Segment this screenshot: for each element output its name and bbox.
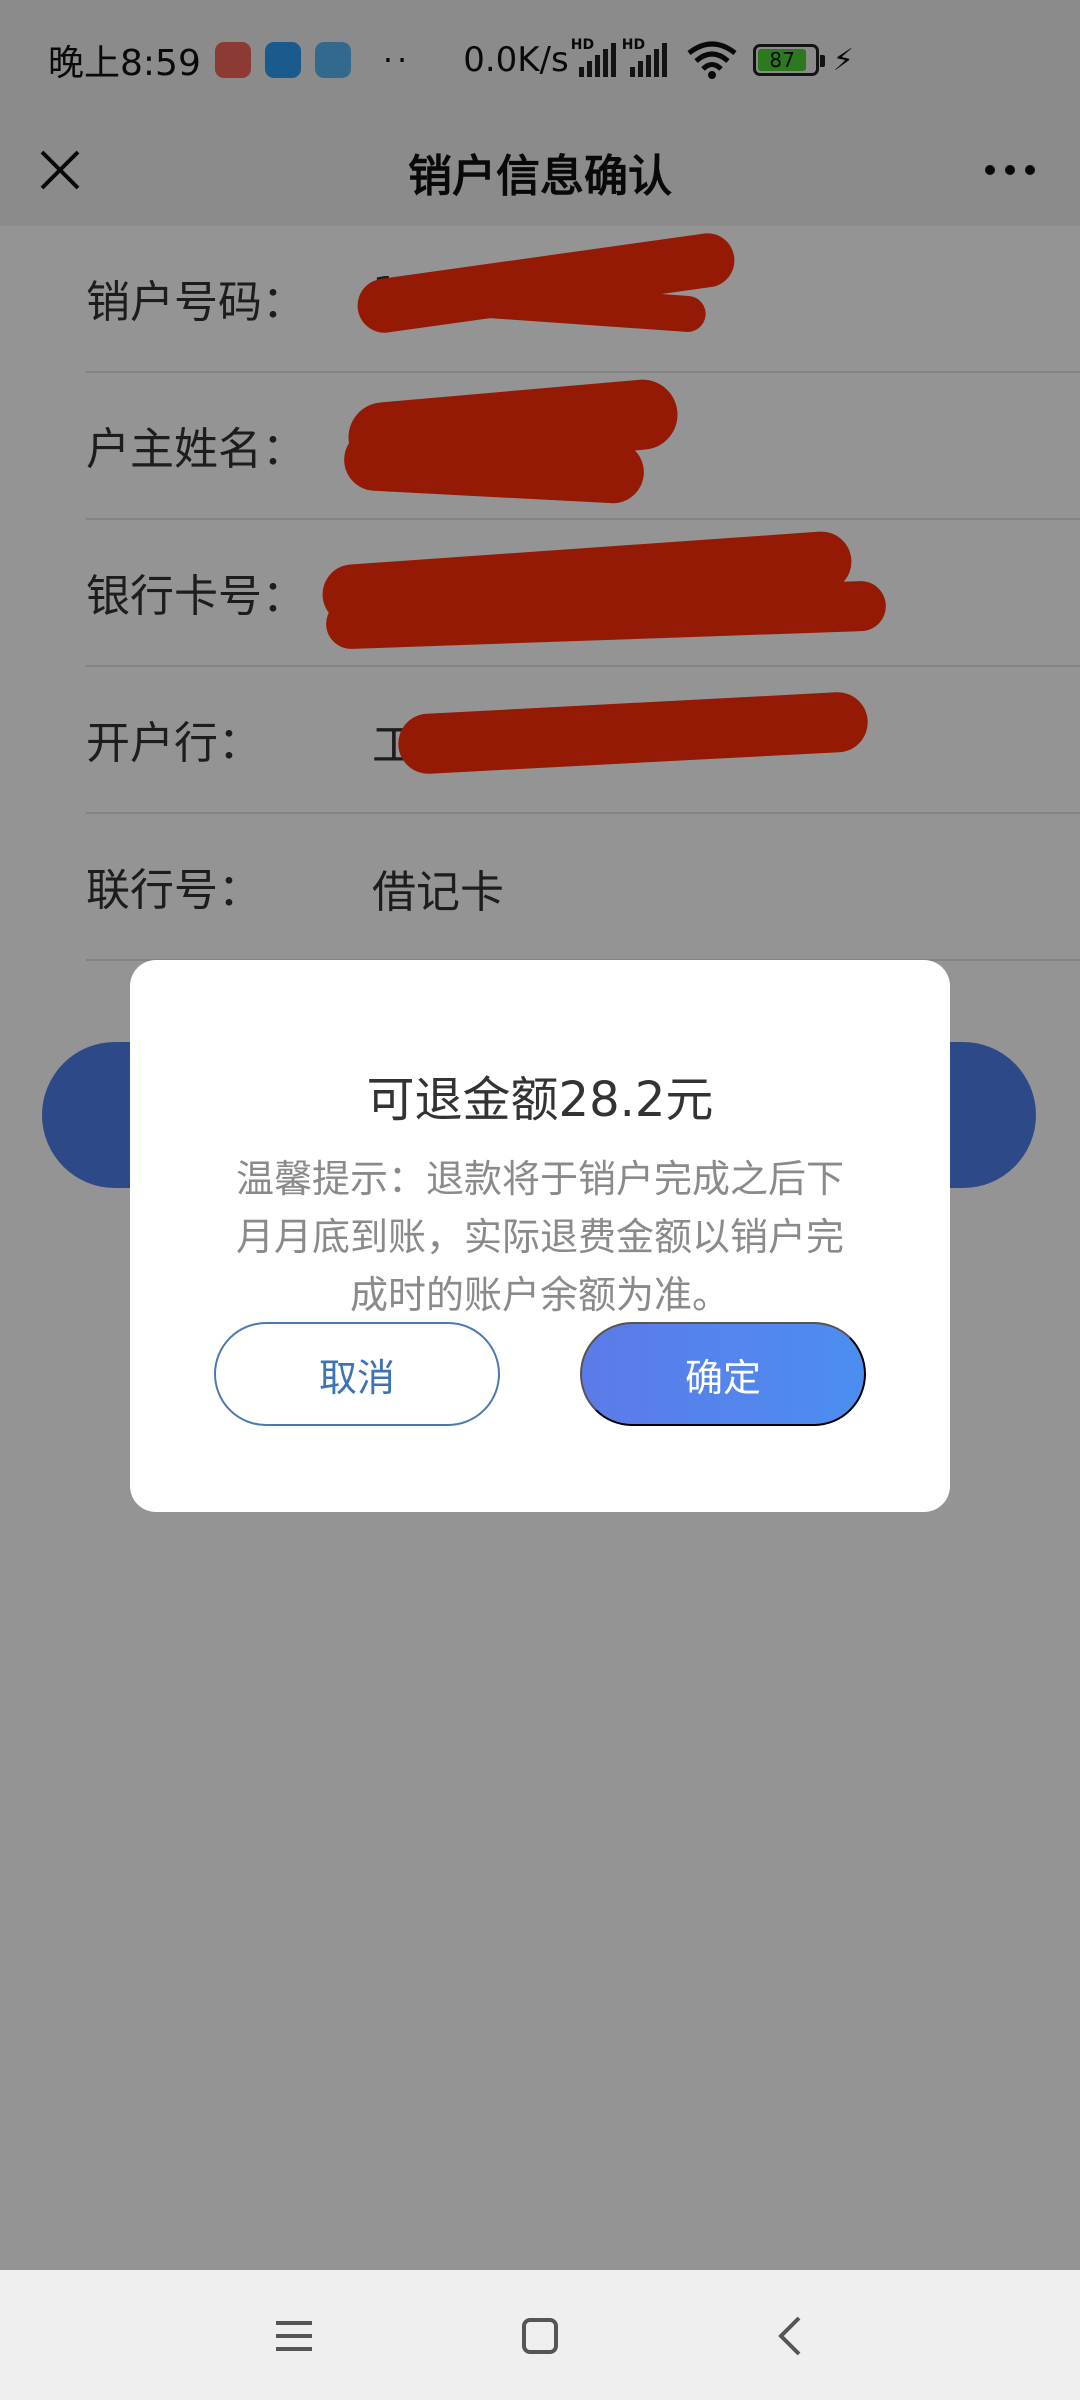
menu-icon[interactable] (258, 2300, 330, 2372)
refund-dialog: 可退金额28.2元 温馨提示：退款将于销户完成之后下月月底到账，实际退费金额以销… (130, 960, 950, 1512)
back-icon[interactable] (754, 2300, 826, 2372)
home-icon[interactable] (504, 2300, 576, 2372)
cancel-button[interactable]: 取消 (214, 1322, 500, 1426)
refund-amount-title: 可退金额28.2元 (366, 1072, 714, 1128)
refund-tip-message: 温馨提示：退款将于销户完成之后下月月底到账，实际退费金额以销户完成时的账户余额为… (235, 1157, 844, 1317)
confirm-button[interactable]: 确定 (580, 1322, 866, 1426)
system-nav-bar (0, 2270, 1080, 2400)
